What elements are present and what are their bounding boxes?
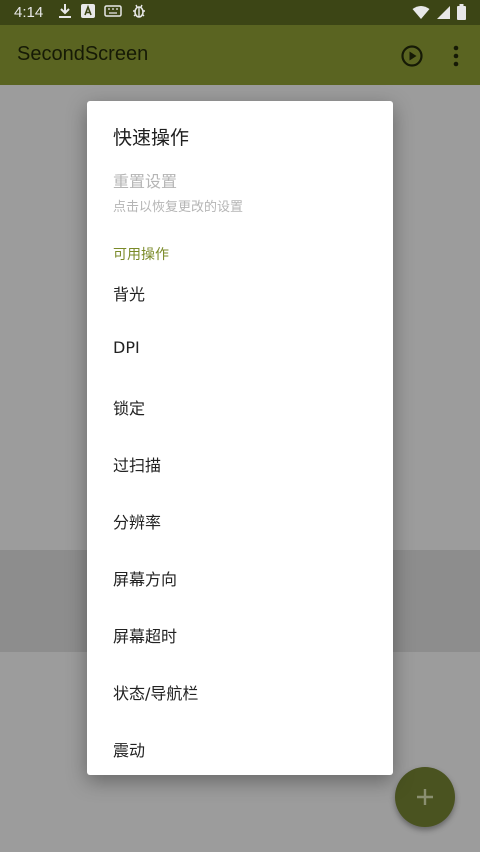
reset-settings-title: 重置设置	[113, 172, 178, 191]
download-icon	[59, 4, 71, 18]
option-label: DPI	[113, 338, 140, 357]
option-label: 分辨率	[113, 513, 162, 532]
option-label: 锁定	[113, 399, 146, 418]
add-button[interactable]	[395, 767, 455, 827]
app-title: SecondScreen	[17, 43, 149, 65]
quick-actions-dialog: 快速操作 重置设置 点击以恢复更改的设置 可用操作 背光 DPI 锁定 过扫描 …	[87, 101, 393, 775]
signal-icon	[437, 5, 450, 19]
option-lock[interactable]: 锁定	[87, 378, 393, 435]
option-label: 状态/导航栏	[113, 684, 199, 703]
keyboard-icon	[104, 5, 122, 17]
option-resolution[interactable]: 分辨率	[87, 492, 393, 549]
status-time: 4:14	[14, 4, 44, 21]
option-label: 震动	[113, 741, 146, 760]
option-label: 背光	[113, 285, 146, 304]
plus-icon	[417, 789, 433, 805]
option-screen-timeout[interactable]: 屏幕超时	[87, 606, 393, 663]
play-icon[interactable]	[400, 44, 424, 68]
option-label: 屏幕超时	[113, 627, 178, 646]
bug-icon	[133, 4, 145, 18]
option-status-nav-bar[interactable]: 状态/导航栏	[87, 663, 393, 720]
option-overscan[interactable]: 过扫描	[87, 435, 393, 492]
reset-settings-item[interactable]: 重置设置 点击以恢复更改的设置	[113, 168, 243, 215]
status-bar: 4:14	[0, 0, 480, 25]
option-label: 屏幕方向	[113, 570, 178, 589]
option-orientation[interactable]: 屏幕方向	[87, 549, 393, 606]
dialog-title: 快速操作	[113, 127, 190, 149]
reset-settings-summary: 点击以恢复更改的设置	[113, 200, 244, 215]
option-dpi[interactable]: DPI	[87, 321, 393, 378]
app-bar: SecondScreen	[0, 25, 480, 85]
wifi-icon	[412, 5, 430, 19]
battery-icon	[457, 4, 466, 20]
more-options-icon[interactable]	[448, 44, 464, 68]
option-label: 过扫描	[113, 456, 162, 475]
option-backlight[interactable]: 背光	[87, 264, 393, 321]
font-icon	[81, 4, 95, 18]
option-vibration[interactable]: 震动	[87, 720, 393, 777]
category-header: 可用操作	[113, 247, 169, 263]
